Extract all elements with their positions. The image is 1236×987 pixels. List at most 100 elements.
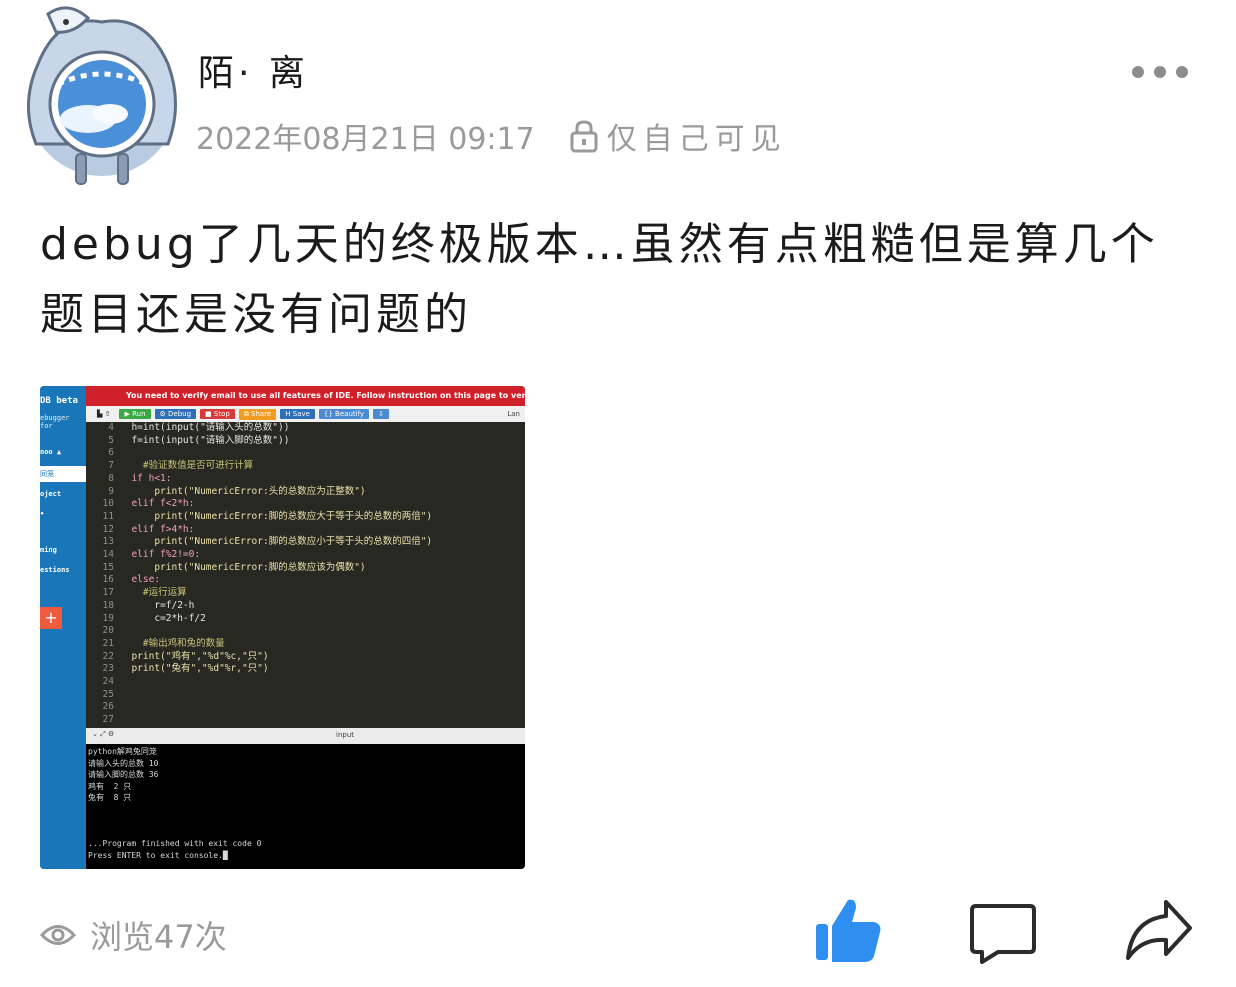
ide-file-icon: ▙ ⇧ (97, 410, 111, 418)
ide-download-icon: ⇩ (373, 409, 389, 419)
line-number: 9 (108, 485, 114, 497)
post-text: debug了几天的终极版本…虽然有点粗糙但是算几个题目还是没有问题的 (40, 219, 1159, 340)
code-text: r=f/2-h (120, 599, 195, 611)
ide-run-button: ▶ Run (119, 409, 151, 419)
ide-share-button: ⧉ Share (238, 408, 277, 420)
dot (1132, 66, 1144, 78)
ide-plus-icon: + (40, 607, 62, 629)
code-line: 21 #输出鸡和兔的数量 (86, 638, 525, 651)
code-line: 10 elif f<2*h: (86, 498, 525, 511)
ide-code-editor: 4 h=int(input("请输入头的总数")) 5 f=int(input("… (86, 422, 525, 728)
ide-side-item: estions (40, 566, 70, 574)
code-text: elif f%2!=0: (120, 549, 201, 561)
line-number: 24 (102, 676, 114, 688)
terminal-line: 请输入头的总数 10 (88, 758, 159, 768)
username[interactable]: 陌· 离 (198, 44, 309, 96)
view-count: 浏览47次 (40, 912, 227, 958)
code-line: 14 elif f%2!=0: (86, 549, 525, 562)
code-text: #运行运算 (120, 587, 187, 599)
ide-debug-button: ⚙ Debug (154, 409, 197, 419)
terminal-line: 鸡有 2 只 (88, 781, 132, 791)
code-line: 8 if h<1: (86, 473, 525, 486)
post-meta: 2022年08月21日 09:17 仅自己可见 (196, 114, 787, 158)
code-line: 23 print("兔有","%d"%r,"只") (86, 663, 525, 676)
eye-icon (40, 925, 76, 945)
code-text: print("鸡有","%d"%c,"只") (120, 650, 269, 662)
code-text: elif f<2*h: (120, 498, 195, 510)
code-line: 22 print("鸡有","%d"%c,"只") (86, 651, 525, 664)
code-line: 24 (86, 676, 525, 689)
ide-toolbar: ▙ ⇧ ▶ Run ⚙ Debug ■ Stop ⧉ Share H Save … (86, 406, 525, 422)
code-line: 27 (86, 714, 525, 727)
line-number: 10 (102, 498, 114, 510)
line-number: 19 (102, 612, 114, 624)
ide-beautify-button: {} Beautify (318, 409, 370, 419)
code-text: print("NumericError:脚的总数应大于等于头的总数的两倍") (120, 510, 433, 522)
terminal-line: 请输入脚的总数 36 (88, 770, 159, 779)
visibility-label: 仅自己可见 (606, 122, 787, 157)
code-line: 9 print("NumericError:头的总数应为正整数") (86, 486, 525, 499)
code-line: 25 (86, 689, 525, 702)
code-line: 20 (86, 625, 525, 638)
ide-terminal-output: python解鸡兔同笼 请输入头的总数 10 请输入脚的总数 36 鸡有 2 只兔有 … (86, 744, 525, 869)
line-number: 15 (102, 561, 114, 573)
code-line: 15 print("NumericError:脚的总数应该为偶数") (86, 562, 525, 575)
ide-stop-button: ■ Stop (200, 409, 235, 419)
terminal-line: 兔有 8 只 (88, 793, 132, 802)
ide-banner: You need to verify email to use all feat… (86, 386, 525, 406)
line-number: 27 (102, 714, 114, 726)
dot (1154, 66, 1166, 78)
code-line: 13 print("NumericError:脚的总数应小于等于头的总数的四倍"… (86, 536, 525, 549)
code-line: 5 f=int(input("请输入脚的总数")) (86, 435, 525, 448)
ide-terminal-bar: ⌄ ⤢ ⚙ input (86, 728, 525, 744)
line-number: 18 (102, 599, 114, 611)
code-line: 4 h=int(input("请输入头的总数")) (86, 422, 525, 435)
line-number: 12 (102, 523, 114, 535)
line-number: 21 (102, 637, 114, 649)
code-text: elif f>4*h: (120, 523, 195, 535)
line-number: 11 (102, 510, 114, 522)
code-text: print("NumericError:头的总数应为正整数") (120, 485, 366, 497)
line-number: 7 (108, 460, 114, 472)
more-dots-icon[interactable] (1132, 66, 1188, 78)
line-number: 20 (102, 625, 114, 637)
ide-save-button: H Save (280, 409, 315, 419)
ide-language-label: Lan (507, 410, 520, 418)
code-text: #验证数值是否可进行计算 (120, 460, 254, 472)
line-number: 26 (102, 701, 114, 713)
line-number: 8 (108, 472, 114, 484)
view-count-label: 浏览47次 (90, 918, 227, 956)
line-number: 13 (102, 536, 114, 548)
ide-logo: DB beta (40, 396, 78, 406)
ide-terminal-icons: ⌄ ⤢ ⚙ (92, 730, 115, 738)
line-number: 4 (108, 422, 114, 433)
code-text: c=2*h-f/2 (120, 612, 206, 624)
line-number: 25 (102, 688, 114, 700)
code-line: 19 c=2*h-f/2 (86, 613, 525, 626)
avatar[interactable] (18, 4, 186, 190)
line-number: 17 (102, 587, 114, 599)
code-line: 16 else: (86, 574, 525, 587)
code-line: 7 #验证数值是否可进行计算 (86, 460, 525, 473)
post-image[interactable]: DB beta ebugger for noo ▲ 同笼 oject • min… (40, 386, 525, 869)
code-text: if h<1: (120, 472, 172, 484)
code-line: 17 #运行运算 (86, 587, 525, 600)
code-text: print("兔有","%d"%r,"只") (120, 663, 269, 675)
line-number: 6 (108, 447, 114, 459)
ide-side-item: • (40, 510, 45, 518)
code-text: h=int(input("请输入头的总数")) (120, 422, 290, 433)
terminal-line: python解鸡兔同笼 (88, 747, 157, 756)
line-number: 14 (102, 549, 114, 561)
code-text: print("NumericError:脚的总数应该为偶数") (120, 561, 366, 573)
share-icon[interactable] (1124, 898, 1194, 962)
code-text: #输出鸡和兔的数量 (120, 637, 225, 649)
ide-side-item: oject (40, 490, 62, 498)
thumbs-up-icon[interactable] (812, 896, 882, 964)
ide-side-item: ming (40, 546, 57, 554)
line-number: 23 (102, 663, 114, 675)
comment-icon[interactable] (968, 902, 1038, 964)
ide-sidebar: DB beta ebugger for noo ▲ 同笼 oject • min… (40, 386, 86, 869)
code-text: else: (120, 574, 161, 586)
dot (1176, 66, 1188, 78)
